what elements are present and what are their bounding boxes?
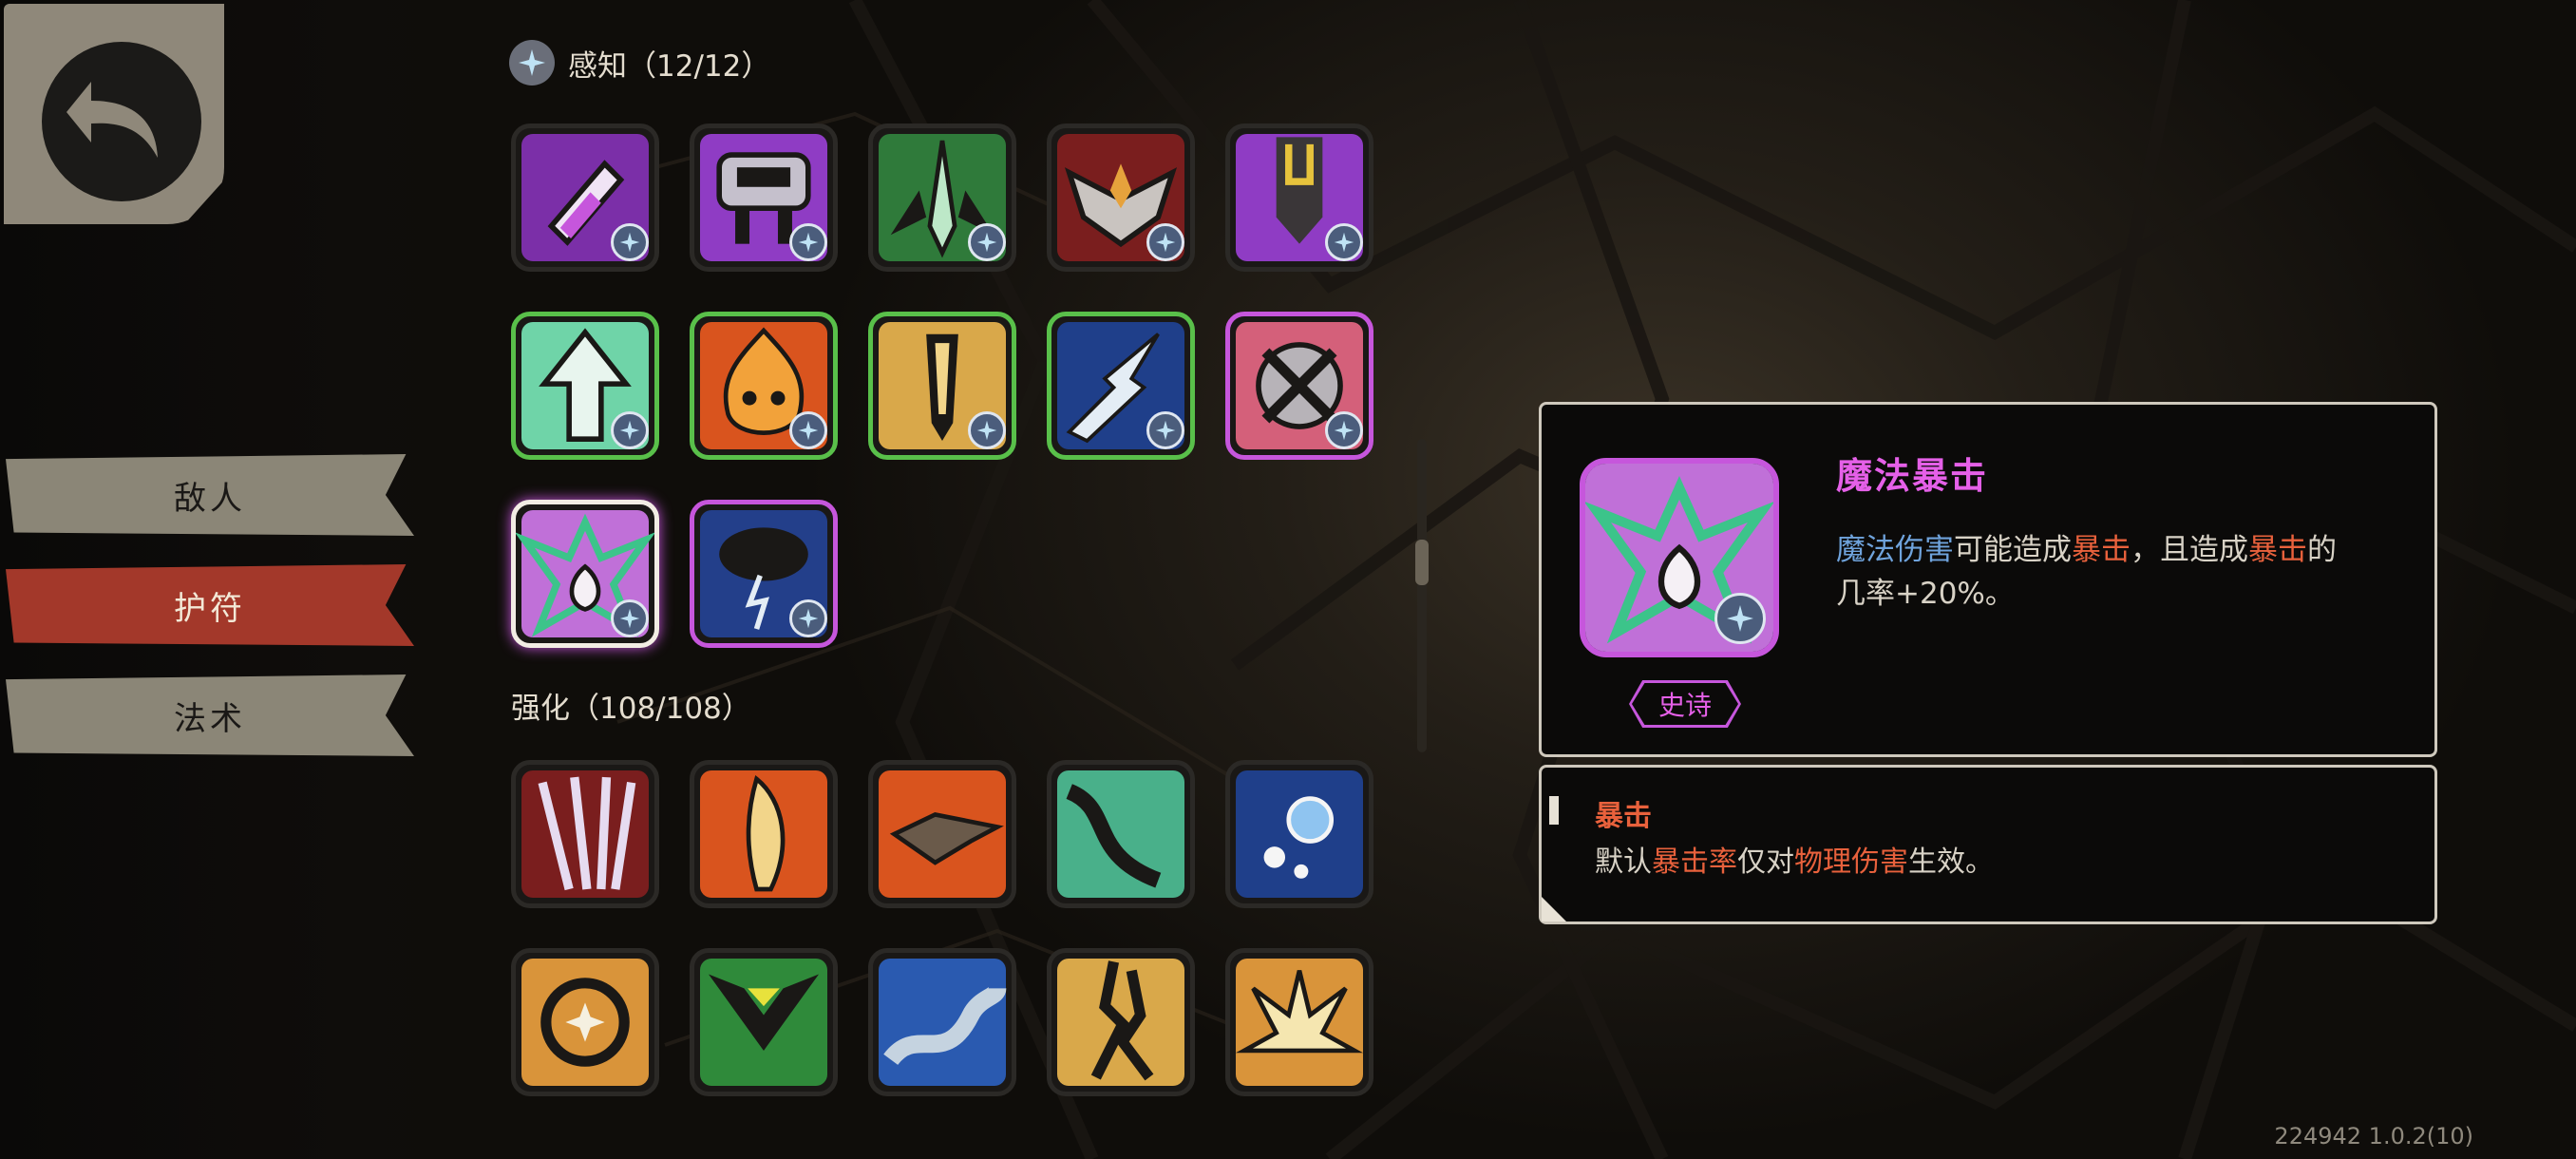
- section-perception-header: 感知（12/12）: [509, 40, 770, 86]
- amulet-magnet-icon[interactable]: [1225, 124, 1373, 272]
- keyword-note-panel: 暴击 默认暴击率仅对物理伤害生效。: [1539, 765, 2437, 924]
- note-text-part: 默认: [1595, 846, 1652, 879]
- scrollbar-thumb[interactable]: [1415, 540, 1429, 585]
- back-button-circle: [42, 42, 201, 201]
- keyword-magic-damage[interactable]: 魔法伤害: [1836, 533, 1954, 567]
- note-text: 默认暴击率仅对物理伤害生效。: [1595, 838, 1994, 880]
- tab-amulets[interactable]: 护符: [6, 564, 414, 646]
- enhance-eel-icon[interactable]: [868, 948, 1016, 1096]
- scrollbar-track[interactable]: [1417, 439, 1427, 752]
- star-badge-icon: [1325, 223, 1363, 261]
- note-text-part: 仅对: [1737, 846, 1794, 879]
- amulet-golden-blade-icon[interactable]: [868, 312, 1016, 460]
- star-badge-icon: [1146, 411, 1184, 449]
- amulet-arrow-up-icon[interactable]: [511, 312, 659, 460]
- tab-spells[interactable]: 法术: [6, 674, 414, 756]
- note-text-part: 生效。: [1908, 846, 1994, 879]
- amulet-lightning-icon[interactable]: [1047, 312, 1195, 460]
- back-button[interactable]: [4, 4, 224, 224]
- magic-crit-icon: [1580, 458, 1779, 657]
- enhance-flame-blade-icon[interactable]: [690, 760, 838, 908]
- tab-spells-label: 法术: [174, 699, 246, 738]
- desc-text: 可能造成: [1954, 533, 2072, 567]
- enhance-cracked-ground-icon[interactable]: [1047, 948, 1195, 1096]
- star-badge-icon: [789, 411, 827, 449]
- amulet-green-spikes-icon[interactable]: [868, 124, 1016, 272]
- section-enhance-title: 强化（108/108）: [511, 692, 751, 726]
- note-marker: [1549, 796, 1559, 825]
- star-badge-icon: [968, 411, 1006, 449]
- enhance-gear-star-icon[interactable]: [511, 948, 659, 1096]
- version-label: 224942 1.0.2(10): [2274, 1123, 2473, 1150]
- tab-enemies[interactable]: 敌人: [6, 454, 414, 536]
- keyword-physical-damage[interactable]: 物理伤害: [1794, 846, 1908, 879]
- desc-text: 几率+20%。: [1836, 577, 2015, 611]
- rarity-label: 史诗: [1632, 683, 1738, 725]
- star-badge-icon: [789, 599, 827, 637]
- star-badge-icon: [611, 599, 649, 637]
- enhance-pointing-hand-icon[interactable]: [868, 760, 1016, 908]
- star-badge-icon: [611, 223, 649, 261]
- section-enhance-header: 强化（108/108）: [511, 684, 751, 727]
- amulet-magic-crit-icon[interactable]: [511, 500, 659, 648]
- keyword-crit[interactable]: 暴击: [2072, 533, 2131, 567]
- desc-text: ，且造成: [2131, 533, 2248, 567]
- enhance-orb-burst-icon[interactable]: [1225, 760, 1373, 908]
- keyword-crit[interactable]: 暴击: [2248, 533, 2307, 567]
- note-title: 暴击: [1595, 800, 1652, 833]
- tab-amulets-label: 护符: [174, 589, 246, 628]
- note-corner: [1542, 897, 1566, 922]
- desc-text: 的: [2307, 533, 2337, 567]
- undo-arrow-icon: [66, 82, 158, 158]
- amulet-storm-cloud-icon[interactable]: [690, 500, 838, 648]
- star-badge-icon: [1146, 223, 1184, 261]
- detail-panel: 魔法暴击 魔法伤害可能造成暴击，且造成暴击的 几率+20%。 史诗: [1539, 402, 2437, 757]
- star-badge-icon: [509, 40, 555, 86]
- section-perception-title: 感知（12/12）: [568, 48, 771, 84]
- amulet-potion-icon[interactable]: [511, 124, 659, 272]
- enhance-green-wings-icon[interactable]: [690, 948, 838, 1096]
- detail-description: 魔法伤害可能造成暴击，且造成暴击的 几率+20%。: [1836, 528, 2406, 616]
- star-badge-icon: [789, 223, 827, 261]
- enhance-green-wave-icon[interactable]: [1047, 760, 1195, 908]
- keyword-crit-rate[interactable]: 暴击率: [1652, 846, 1737, 879]
- amulet-device-icon[interactable]: [690, 124, 838, 272]
- enhance-claw-slash-icon[interactable]: [511, 760, 659, 908]
- detail-title: 魔法暴击: [1836, 455, 1989, 497]
- enhance-explosion-icon[interactable]: [1225, 948, 1373, 1096]
- amulet-crest-icon[interactable]: [1047, 124, 1195, 272]
- star-badge-icon: [1714, 593, 1766, 644]
- star-badge-icon: [1325, 411, 1363, 449]
- tab-enemies-label: 敌人: [174, 479, 246, 518]
- amulet-fire-spirit-icon[interactable]: [690, 312, 838, 460]
- star-badge-icon: [611, 411, 649, 449]
- amulet-crossed-swords-icon[interactable]: [1225, 312, 1373, 460]
- star-badge-icon: [968, 223, 1006, 261]
- rarity-badge: 史诗: [1629, 680, 1741, 728]
